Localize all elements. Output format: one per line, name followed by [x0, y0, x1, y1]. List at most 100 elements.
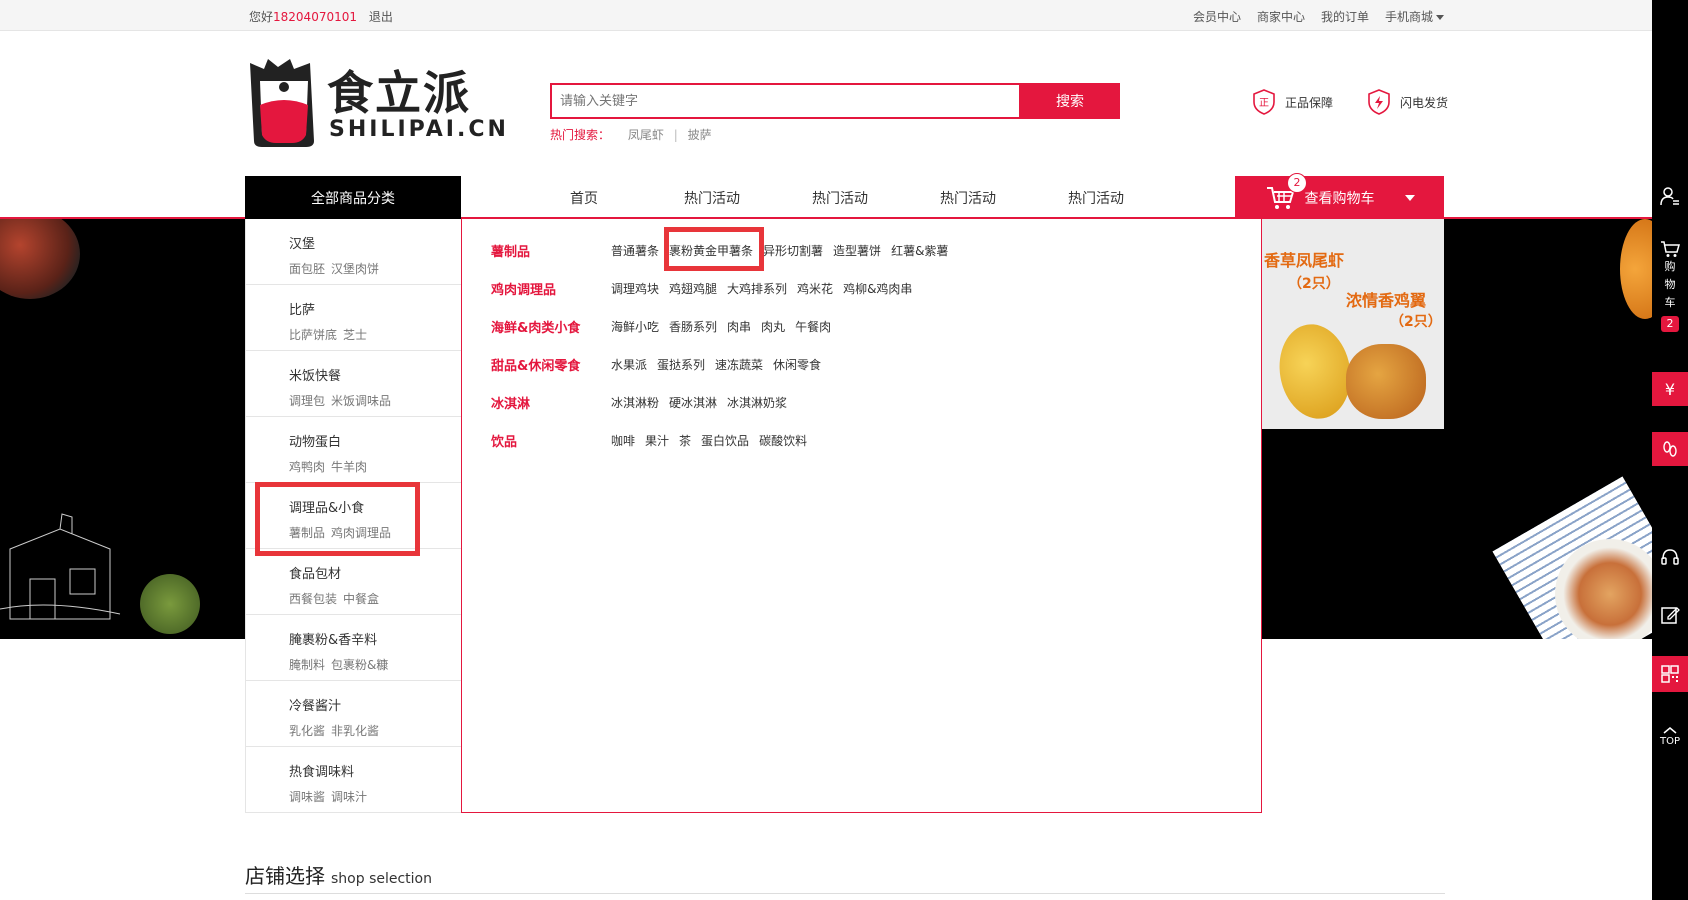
headset-icon	[1661, 549, 1679, 565]
category-sub-link[interactable]: 腌制料	[289, 658, 325, 672]
nav-hot-activity[interactable]: 热门活动	[904, 188, 1032, 208]
submenu-link[interactable]: 大鸡排系列	[727, 282, 787, 296]
submenu-link[interactable]: 鸡翅鸡腿	[669, 282, 717, 296]
category-item[interactable]: 米饭快餐 调理包 米饭调味品	[246, 351, 461, 417]
promo-image[interactable]: 香草凤尾虾 （2只） 浓情香鸡翼 （2只）	[1262, 219, 1444, 429]
submenu-link[interactable]: 水果派	[611, 358, 647, 372]
category-sub-link[interactable]: 比萨饼底	[289, 328, 337, 342]
sidebar-cart-char: 购	[1664, 260, 1676, 273]
submenu-link[interactable]: 冰淇淋粉	[611, 396, 659, 410]
submenu-link[interactable]: 红薯&紫薯	[891, 244, 948, 258]
feedback-button[interactable]	[1652, 598, 1688, 632]
submenu-heading[interactable]: 海鲜&肉类小食	[491, 317, 611, 336]
nav-home[interactable]: 首页	[520, 188, 648, 208]
category-sub-link[interactable]: 汉堡肉饼	[331, 262, 379, 276]
category-sub-link[interactable]: 芝士	[343, 328, 367, 342]
submenu-link[interactable]: 普通薯条	[611, 244, 659, 258]
sidebar-cart-char: 物	[1664, 278, 1676, 291]
lightning-shield-icon	[1368, 89, 1390, 115]
banner-tree-image	[140, 574, 200, 634]
submenu-row: 饮品 咖啡 果汁茶蛋白饮品 碳酸饮料	[491, 431, 817, 450]
search-input[interactable]	[552, 85, 1019, 117]
category-title: 腌裹粉&香辛料	[289, 633, 378, 648]
merchant-center-link[interactable]: 商家中心	[1257, 8, 1305, 25]
category-item[interactable]: 冷餐酱汁乳化酱 非乳化酱	[246, 681, 461, 747]
submenu-link[interactable]: 鸡柳&鸡肉串	[843, 282, 912, 296]
category-title: 动物蛋白	[289, 435, 342, 450]
category-title: 比萨	[289, 303, 316, 318]
nav-hot-activity[interactable]: 热门活动	[776, 188, 904, 208]
submenu-link[interactable]: 鸡米花	[797, 282, 833, 296]
submenu-link[interactable]: 冰淇淋奶浆	[727, 396, 787, 410]
submenu-heading[interactable]: 甜品&休闲零食	[491, 355, 611, 374]
category-sub-link[interactable]: 面包胚	[289, 262, 325, 276]
category-sub-link[interactable]: 调味汁	[331, 790, 367, 804]
category-item[interactable]: 汉堡 面包胚 汉堡肉饼	[246, 219, 461, 285]
category-sub-link[interactable]: 调理包	[289, 394, 325, 408]
my-orders-link[interactable]: 我的订单	[1321, 8, 1369, 25]
category-item[interactable]: 比萨比萨饼底 芝士	[246, 285, 461, 351]
submenu-link[interactable]: 异形切割薯	[763, 244, 823, 258]
category-sub-link[interactable]: 米饭调味品	[331, 394, 391, 408]
footprint-button[interactable]	[1652, 432, 1688, 466]
category-sub-link[interactable]: 包裹粉&糠	[331, 658, 388, 672]
category-sub-link[interactable]: 牛羊肉	[331, 460, 367, 474]
hot-keyword[interactable]: 披萨	[688, 128, 712, 142]
shop-selection-title: 店铺选择 shop selection	[245, 860, 432, 889]
category-item[interactable]: 热食调味料 调味酱 调味汁	[246, 747, 461, 813]
customer-service-button[interactable]	[1652, 540, 1688, 574]
category-item[interactable]: 腌裹粉&香辛料 腌制料 包裹粉&糠	[246, 615, 461, 681]
category-sub-link[interactable]: 西餐包装	[289, 592, 337, 606]
user-phone[interactable]: 18204070101	[273, 10, 357, 24]
back-to-top-button[interactable]: TOP	[1652, 718, 1688, 754]
site-logo[interactable]: 食立派 SHILIPAI.CN	[244, 55, 514, 150]
category-sub-link[interactable]: 乳化酱	[289, 724, 325, 738]
category-sub-link[interactable]: 调味酱	[289, 790, 325, 804]
submenu-link[interactable]: 海鲜小吃	[611, 320, 659, 334]
submenu-link[interactable]: 肉丸	[761, 320, 785, 334]
category-title: 冷餐酱汁	[289, 699, 342, 714]
nav-hot-activity[interactable]: 热门活动	[648, 188, 776, 208]
submenu-heading[interactable]: 薯制品	[491, 241, 611, 260]
right-toolbar: 购 物 车 2 ¥ TOP	[1652, 0, 1688, 900]
top-bar-user: 您好18204070101 退出	[249, 8, 393, 25]
submenu-heading[interactable]: 饮品	[491, 431, 611, 450]
member-center-link[interactable]: 会员中心	[1193, 8, 1241, 25]
nav-hot-activity[interactable]: 热门活动	[1032, 188, 1160, 208]
category-item[interactable]: 动物蛋白鸡鸭肉 牛羊肉	[246, 417, 461, 483]
submenu-link[interactable]: 蛋白饮品	[701, 434, 749, 448]
submenu-link[interactable]: 速冻蔬菜	[715, 358, 763, 372]
submenu-link[interactable]: 果汁	[645, 434, 669, 448]
qr-code-button[interactable]	[1652, 656, 1688, 692]
submenu-link[interactable]: 造型薯饼	[833, 244, 881, 258]
sidebar-cart-button[interactable]: 购 物 车 2	[1652, 232, 1688, 352]
assure-fast-ship: 闪电发货	[1366, 88, 1448, 116]
coupon-button[interactable]: ¥	[1652, 372, 1688, 406]
submenu-link[interactable]: 茶	[679, 434, 691, 448]
search-button[interactable]: 搜索	[1020, 83, 1120, 119]
submenu-heading[interactable]: 冰淇淋	[491, 393, 611, 412]
submenu-link[interactable]: 香肠系列	[669, 320, 717, 334]
category-item[interactable]: 食品包材 西餐包装 中餐盒	[246, 549, 461, 615]
submenu-link[interactable]: 蛋挞系列	[657, 358, 705, 372]
submenu-link[interactable]: 午餐肉	[795, 320, 831, 334]
promo-line-1: 香草凤尾虾	[1264, 251, 1345, 270]
view-cart-button[interactable]: 查看购物车	[1235, 176, 1444, 219]
submenu-link[interactable]: 休闲零食	[773, 358, 821, 372]
hot-keyword[interactable]: 凤尾虾	[628, 128, 664, 142]
submenu-heading[interactable]: 鸡肉调理品	[491, 279, 611, 298]
assure-genuine-label: 正品保障	[1285, 95, 1334, 110]
submenu-link[interactable]: 肉串	[727, 320, 751, 334]
submenu-link[interactable]: 碳酸饮料	[759, 434, 807, 448]
category-sub-link[interactable]: 鸡鸭肉	[289, 460, 325, 474]
submenu-link[interactable]: 硬冰淇淋	[669, 396, 717, 410]
account-button[interactable]	[1652, 178, 1688, 214]
assure-genuine: 正 正品保障	[1251, 88, 1333, 116]
logout-link[interactable]: 退出	[369, 10, 393, 24]
all-categories-button[interactable]: 全部商品分类	[245, 176, 461, 219]
category-sub-link[interactable]: 非乳化酱	[331, 724, 379, 738]
submenu-link[interactable]: 咖啡	[611, 434, 635, 448]
submenu-link[interactable]: 调理鸡块	[611, 282, 659, 296]
category-sub-link[interactable]: 中餐盒	[343, 592, 379, 606]
mobile-mall-link[interactable]: 手机商城	[1385, 8, 1444, 25]
